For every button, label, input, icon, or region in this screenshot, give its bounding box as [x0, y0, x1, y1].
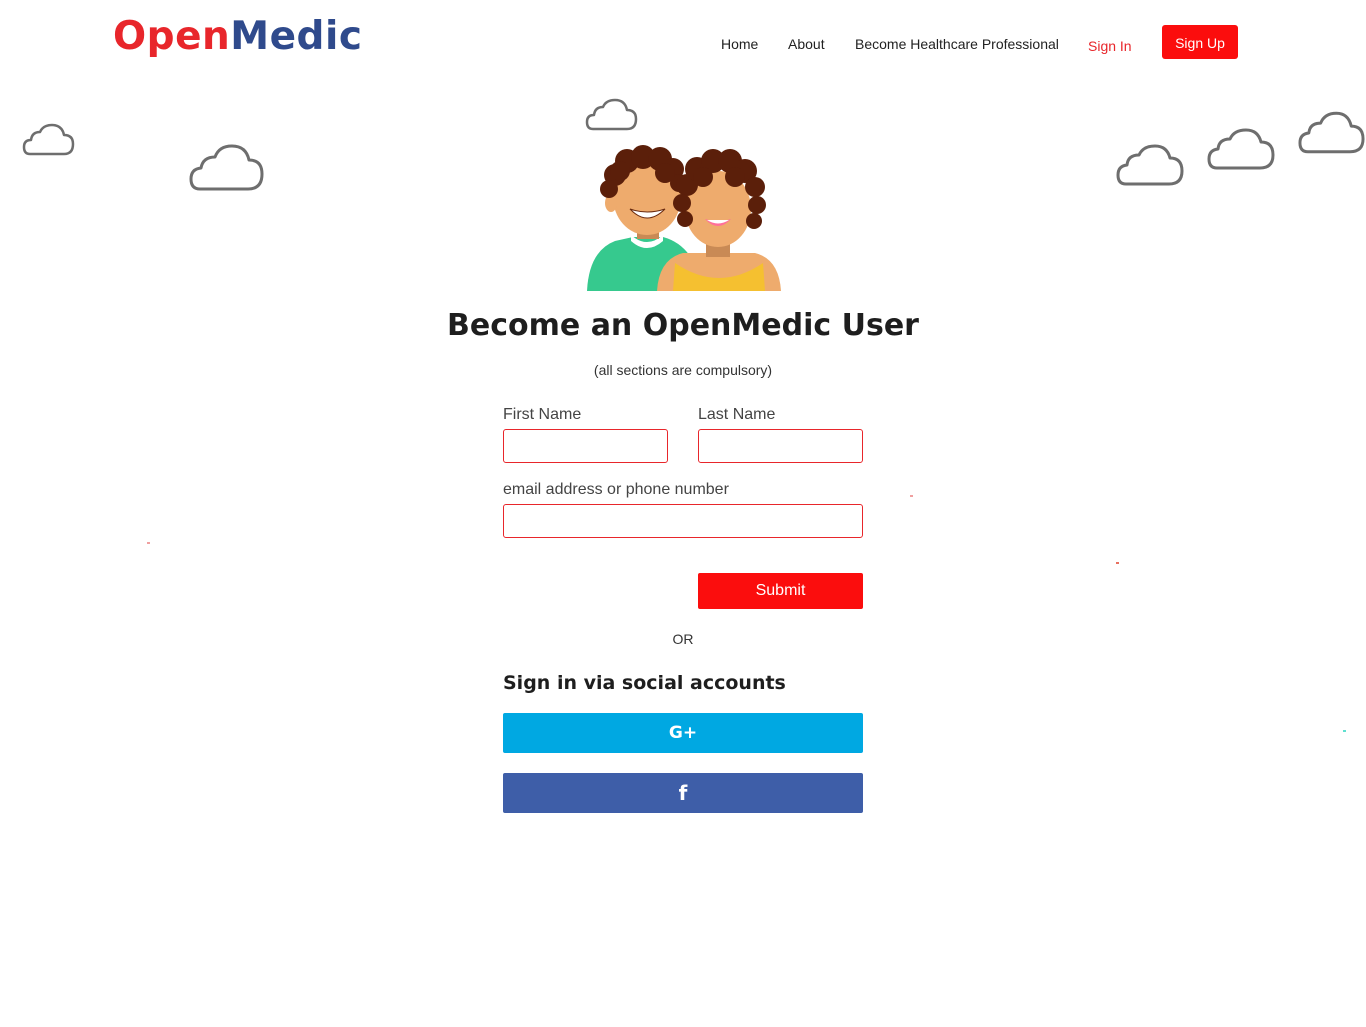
google-plus-icon: G+ [668, 723, 698, 743]
first-name-field[interactable] [503, 429, 668, 463]
cloud-icon [189, 144, 264, 191]
page-title: Become an OpenMedic User [447, 308, 919, 343]
social-heading: Sign in via social accounts [503, 672, 786, 694]
page-subtitle: (all sections are compulsory) [593, 362, 773, 378]
nav-become-professional-link[interactable]: Become Healthcare Professional [855, 36, 1059, 52]
decorative-dot [1116, 562, 1119, 564]
cloud-icon [1207, 128, 1275, 170]
sign-up-button[interactable]: Sign Up [1162, 25, 1238, 59]
facebook-icon: f [678, 781, 688, 805]
nav-sign-in-link[interactable]: Sign In [1088, 38, 1132, 54]
nav-about-link[interactable]: About [788, 36, 825, 52]
last-name-label: Last Name [698, 406, 776, 423]
contact-label: email address or phone number [503, 481, 729, 498]
cloud-icon [22, 123, 75, 156]
contact-field[interactable] [503, 504, 863, 538]
cloud-icon [585, 98, 638, 131]
cloud-icon [1116, 144, 1184, 186]
page: OpenMedic Home About Become Healthcare P… [0, 0, 1366, 1027]
nav-home-link[interactable]: Home [721, 36, 758, 52]
users-illustration [587, 145, 781, 291]
decorative-dot [1343, 730, 1346, 732]
google-sign-in-button[interactable]: G+ [503, 713, 863, 753]
last-name-field[interactable] [698, 429, 863, 463]
or-divider: OR [672, 631, 694, 647]
decorative-dot [147, 542, 150, 544]
submit-button[interactable]: Submit [698, 573, 863, 609]
decorative-dot [910, 495, 913, 497]
facebook-sign-in-button[interactable]: f [503, 773, 863, 813]
first-name-label: First Name [503, 406, 582, 423]
cloud-icon [1298, 111, 1365, 154]
